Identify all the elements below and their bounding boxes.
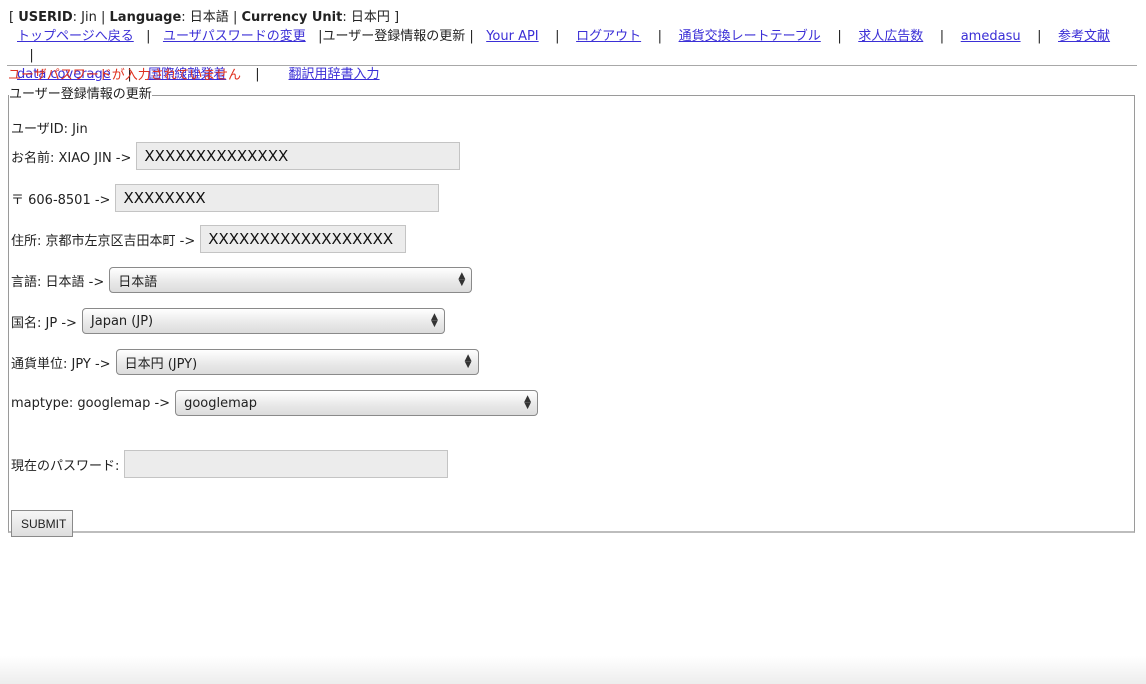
language-row: 言語: 日本語 -> 日本語 ▲ ▼ (11, 267, 473, 293)
nav-current-page: ユーザー登録情報の更新 (322, 29, 466, 44)
zip-label: 〒 606-8501 -> (11, 192, 111, 208)
user-status-line: [ USERID: Jin | Language: 日本語 | Currency… (9, 9, 399, 26)
name-row: お名前: XIAO JIN -> (11, 142, 461, 170)
language-selected-value: 日本語 (118, 274, 158, 290)
maptype-select[interactable]: googlemap ▲ ▼ (175, 390, 539, 416)
nav-separator: | (555, 29, 560, 44)
name-input[interactable] (136, 142, 461, 170)
password-input[interactable] (124, 450, 449, 478)
nav-separator: | (657, 29, 663, 44)
nav-separator: | (146, 29, 151, 44)
maptype-row: maptype: googlemap -> googlemap ▲ ▼ (11, 390, 539, 416)
currency-label: 通貨単位: JPY -> (11, 356, 111, 372)
bracket-open: [ (9, 10, 15, 25)
up-down-chevron-icon: ▲ ▼ (464, 353, 472, 370)
address-label: 住所: 京都市左京区吉田本町 -> (11, 233, 196, 249)
user-info-form: ユーザー登録情報の更新 ユーザID: Jin お名前: XIAO JIN -> … (8, 87, 1135, 537)
language-label: 言語: 日本語 -> (11, 274, 105, 290)
currency-value: : 日本円 ] (342, 10, 400, 25)
nav-separator: | (1037, 29, 1042, 44)
zip-input[interactable] (115, 184, 440, 212)
nav-link-jobs[interactable]: 求人広告数 (858, 29, 923, 44)
nav-link-translation-dictionary[interactable]: 翻訳用辞書入力 (289, 67, 380, 82)
nav-link-amedasu[interactable]: amedasu (961, 29, 1021, 44)
userid-row: ユーザID: Jin (11, 118, 93, 137)
nav-link-references[interactable]: 参考文献 (1058, 29, 1110, 44)
country-select[interactable]: Japan (JP) ▲ ▼ (81, 308, 445, 334)
name-label: お名前: XIAO JIN -> (11, 150, 132, 166)
nav-link-top[interactable]: トップページへ戻る (17, 29, 134, 44)
country-label: 国名: JP -> (11, 315, 77, 331)
address-row: 住所: 京都市左京区吉田本町 -> (11, 225, 407, 253)
form-legend: ユーザー登録情報の更新 (9, 87, 152, 102)
submit-button[interactable]: SUBMIT (11, 510, 73, 537)
nav-link-logout[interactable]: ログアウト (576, 29, 641, 44)
currency-select[interactable]: 日本円 (JPY) ▲ ▼ (115, 349, 479, 375)
language-label: Language (109, 10, 182, 25)
userid-label: USERID (18, 10, 73, 25)
zip-row: 〒 606-8501 -> (11, 184, 440, 212)
currency-row: 通貨単位: JPY -> 日本円 (JPY) ▲ ▼ (11, 349, 479, 375)
window-bottom-bar (0, 656, 1146, 684)
error-message: ユーザパスワードが入力されていません (8, 68, 241, 83)
nav-link-api[interactable]: Your API (486, 29, 538, 44)
currency-selected-value: 日本円 (JPY) (124, 356, 198, 372)
nav-link-password[interactable]: ユーザパスワードの変更 (163, 29, 306, 44)
nav-separator: | (255, 67, 260, 82)
currency-label: Currency Unit (241, 10, 343, 25)
up-down-chevron-icon: ▲ ▼ (430, 312, 438, 329)
up-down-chevron-icon: ▲ ▼ (458, 271, 466, 288)
nav-link-rate-table[interactable]: 通貨交換レートテーブル (679, 29, 821, 44)
page: [ USERID: Jin | Language: 日本語 | Currency… (0, 0, 1146, 684)
country-selected-value: Japan (JP) (90, 313, 154, 329)
maptype-selected-value: googlemap (184, 395, 257, 411)
country-row: 国名: JP -> Japan (JP) ▲ ▼ (11, 308, 445, 334)
userid-value: : Jin | (72, 10, 106, 25)
userid-text: ユーザID: Jin (11, 122, 88, 137)
password-row: 現在のパスワード: (11, 450, 449, 478)
nav-separator: | (837, 29, 842, 44)
header-divider (7, 65, 1137, 66)
nav-separator: | (939, 29, 945, 44)
address-input[interactable] (200, 225, 407, 253)
password-label: 現在のパスワード: (11, 458, 120, 474)
up-down-chevron-icon: ▲ ▼ (524, 394, 532, 411)
maptype-label: maptype: googlemap -> (11, 395, 171, 411)
nav-separator: | (29, 48, 34, 63)
language-value: : 日本語 | (181, 10, 238, 25)
language-select[interactable]: 日本語 ▲ ▼ (109, 267, 473, 293)
nav-separator: | (469, 29, 474, 44)
